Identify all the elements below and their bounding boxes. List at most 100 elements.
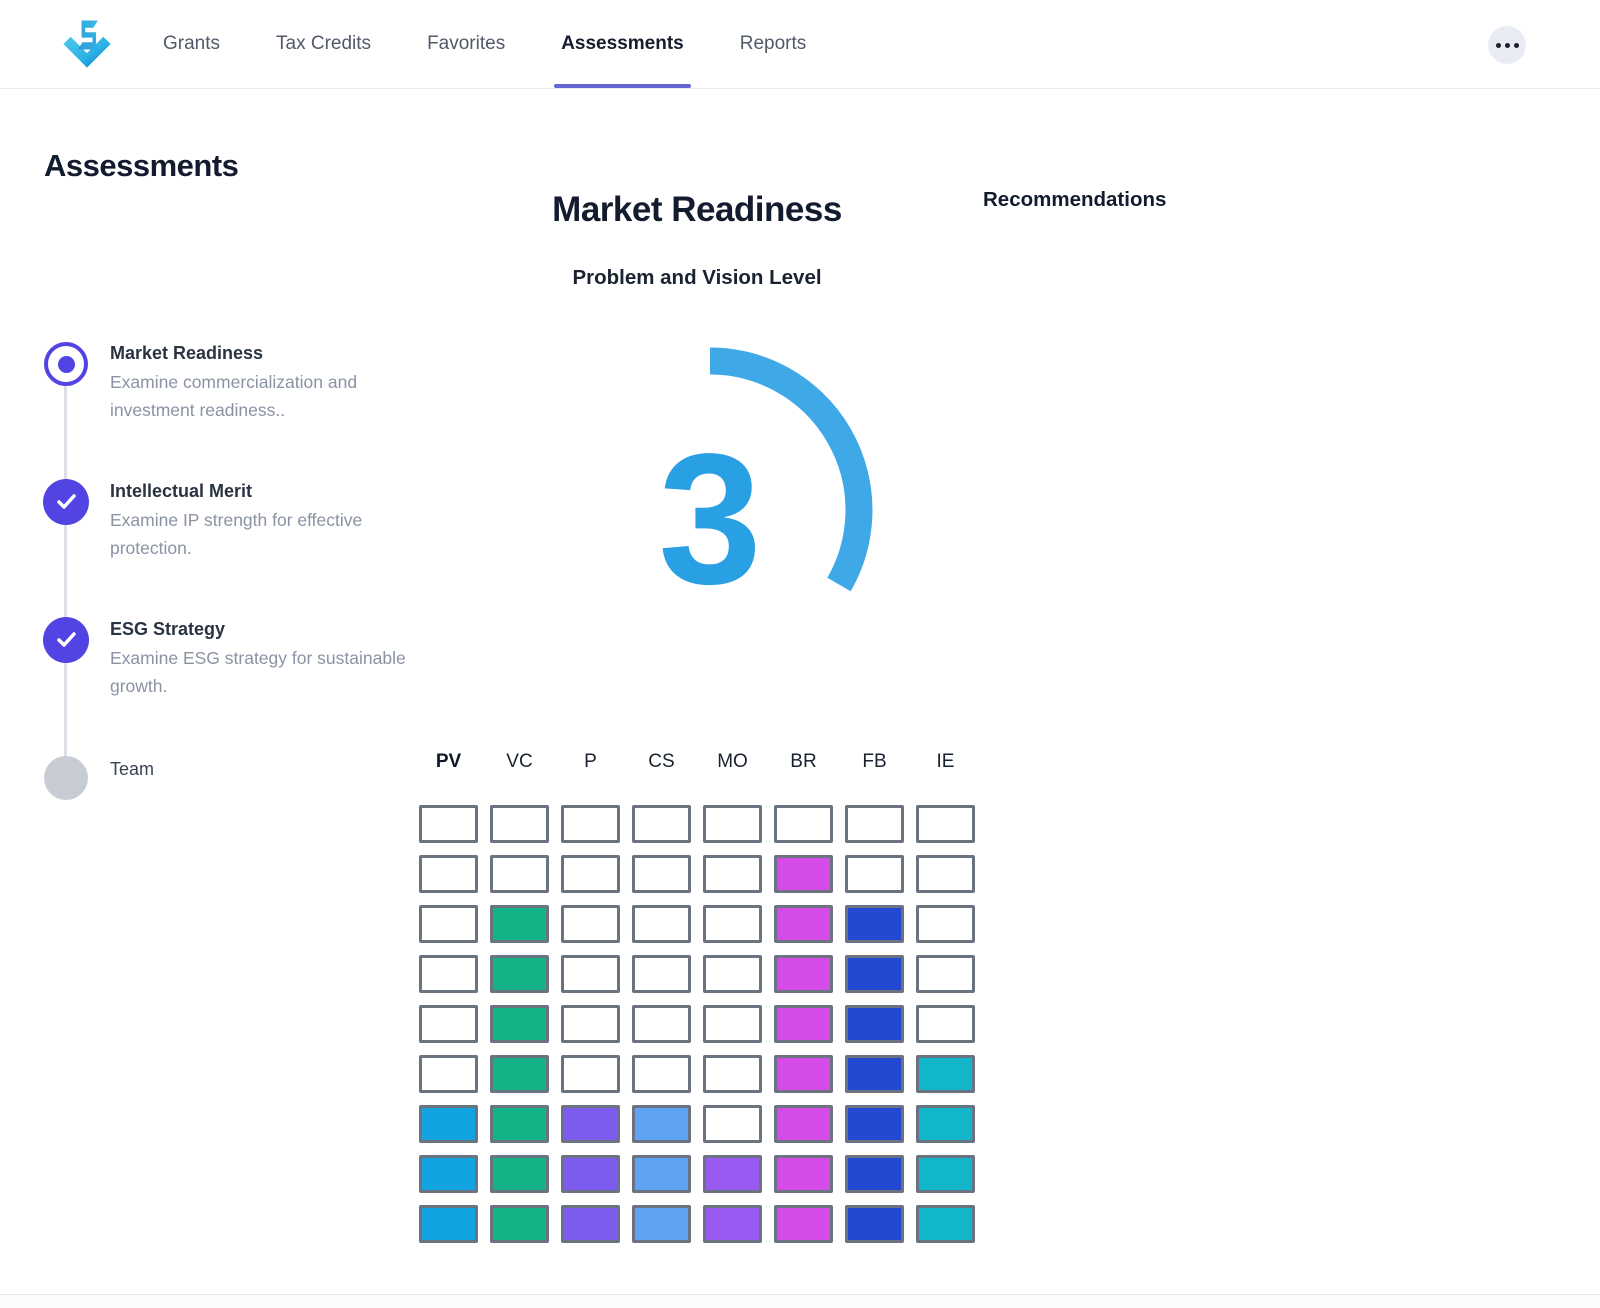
heatmap-cell-cs-r7 <box>632 1105 691 1143</box>
heatmap-cell-fb-r2 <box>845 855 904 893</box>
heatmap-cell-ie-r4 <box>916 955 975 993</box>
heatmap-cell-mo-r8 <box>703 1155 762 1193</box>
radio-active-icon <box>44 342 88 386</box>
heatmap-cell-p-r9 <box>561 1205 620 1243</box>
heatmap-cell-pv-r4 <box>419 955 478 993</box>
heatmap-col-header-mo: MO <box>703 748 762 776</box>
heatmap-cell-vc-r3 <box>490 905 549 943</box>
heatmap-cell-fb-r8 <box>845 1155 904 1193</box>
heatmap-cell-mo-r1 <box>703 805 762 843</box>
heatmap-cell-cs-r8 <box>632 1155 691 1193</box>
assessment-title: Market Readiness <box>397 190 997 230</box>
more-options-button[interactable] <box>1488 26 1526 64</box>
heatmap-cell-mo-r4 <box>703 955 762 993</box>
page-title: Assessments <box>44 148 238 184</box>
nav-item-favorites[interactable]: Favorites <box>427 0 505 88</box>
gauge-score-value: 3 <box>530 427 890 613</box>
heatmap-cell-br-r1 <box>774 805 833 843</box>
score-gauge: 3 <box>530 335 890 635</box>
step-description: Examine commercialization and investment… <box>110 368 410 424</box>
heatmap-column-headers: PVVCPCSMOBRFBIE <box>419 748 975 776</box>
heatmap-cell-cs-r3 <box>632 905 691 943</box>
heatmap-cell-fb-r7 <box>845 1105 904 1143</box>
heatmap-cell-ie-r8 <box>916 1155 975 1193</box>
heatmap-cell-pv-r1 <box>419 805 478 843</box>
heatmap-cell-mo-r2 <box>703 855 762 893</box>
nav-item-label: Assessments <box>561 33 684 55</box>
heatmap-col-header-cs: CS <box>632 748 691 776</box>
heatmap-cell-p-r7 <box>561 1105 620 1143</box>
heatmap-col-header-ie: IE <box>916 748 975 776</box>
heatmap-cell-p-r4 <box>561 955 620 993</box>
nav-item-tax-credits[interactable]: Tax Credits <box>276 0 371 88</box>
heatmap-cell-ie-r3 <box>916 905 975 943</box>
heatmap-cell-cs-r2 <box>632 855 691 893</box>
heatmap-cell-cs-r4 <box>632 955 691 993</box>
nav-item-grants[interactable]: Grants <box>163 0 220 88</box>
heatmap-cell-ie-r6 <box>916 1055 975 1093</box>
heatmap-cell-fb-r4 <box>845 955 904 993</box>
heatmap-cell-vc-r2 <box>490 855 549 893</box>
heatmap-cell-br-r4 <box>774 955 833 993</box>
heatmap-cell-pv-r3 <box>419 905 478 943</box>
heatmap-cell-fb-r1 <box>845 805 904 843</box>
nav-item-reports[interactable]: Reports <box>740 0 807 88</box>
heatmap-cell-p-r5 <box>561 1005 620 1043</box>
top-nav: Grants Tax Credits Favorites Assessments Rep… <box>0 0 1600 89</box>
heatmap-cell-ie-r1 <box>916 805 975 843</box>
heatmap-cell-br-r6 <box>774 1055 833 1093</box>
heatmap-cell-cs-r9 <box>632 1205 691 1243</box>
step-title: ESG Strategy <box>110 616 410 642</box>
assessment-subtitle: Problem and Vision Level <box>397 266 997 290</box>
heatmap-cell-mo-r3 <box>703 905 762 943</box>
heatmap-cell-ie-r7 <box>916 1105 975 1143</box>
heatmap-cell-vc-r9 <box>490 1205 549 1243</box>
check-circle-icon <box>43 479 89 525</box>
heatmap-cell-cs-r5 <box>632 1005 691 1043</box>
heatmap-cell-pv-r2 <box>419 855 478 893</box>
heatmap-col-header-pv: PV <box>419 748 478 776</box>
heatmap-cell-vc-r5 <box>490 1005 549 1043</box>
heatmap-col-header-vc: VC <box>490 748 549 776</box>
heatmap-cell-pv-r9 <box>419 1205 478 1243</box>
heatmap-cell-br-r2 <box>774 855 833 893</box>
heatmap-cell-p-r6 <box>561 1055 620 1093</box>
readiness-heatmap: PVVCPCSMOBRFBIE <box>419 748 975 1243</box>
heatmap-cell-fb-r9 <box>845 1205 904 1243</box>
nav-item-label: Tax Credits <box>276 33 371 55</box>
app-window: Grants Tax Credits Favorites Assessments Rep… <box>0 0 1600 1308</box>
nav-items: Grants Tax Credits Favorites Assessments Rep… <box>163 0 806 88</box>
nav-item-label: Reports <box>740 33 807 55</box>
heatmap-cell-vc-r8 <box>490 1155 549 1193</box>
heatmap-col-header-fb: FB <box>845 748 904 776</box>
heatmap-cell-pv-r6 <box>419 1055 478 1093</box>
heatmap-cell-p-r3 <box>561 905 620 943</box>
ellipsis-icon <box>1496 43 1501 48</box>
heatmap-col-header-p: P <box>561 748 620 776</box>
heatmap-cell-fb-r3 <box>845 905 904 943</box>
nav-item-assessments[interactable]: Assessments <box>561 0 684 88</box>
step-title: Team <box>110 756 410 782</box>
heatmap-cell-p-r1 <box>561 805 620 843</box>
stepper-connector-line <box>64 365 67 779</box>
heatmap-cell-p-r2 <box>561 855 620 893</box>
active-tab-underline <box>554 84 691 88</box>
heatmap-cell-vc-r6 <box>490 1055 549 1093</box>
heatmap-cell-vc-r1 <box>490 805 549 843</box>
pending-circle-icon <box>44 756 88 800</box>
footer-divider <box>0 1294 1600 1308</box>
ellipsis-icon <box>1514 43 1519 48</box>
nav-item-label: Grants <box>163 33 220 55</box>
check-circle-icon <box>43 617 89 663</box>
heatmap-cell-cs-r6 <box>632 1055 691 1093</box>
step-description: Examine IP strength for effective protec… <box>110 506 410 562</box>
heatmap-cell-br-r5 <box>774 1005 833 1043</box>
heatmap-cell-mo-r7 <box>703 1105 762 1143</box>
heatmap-cell-pv-r8 <box>419 1155 478 1193</box>
heatmap-cell-vc-r4 <box>490 955 549 993</box>
heatmap-cell-ie-r9 <box>916 1205 975 1243</box>
heatmap-cell-pv-r5 <box>419 1005 478 1043</box>
heatmap-cell-mo-r9 <box>703 1205 762 1243</box>
heatmap-cell-p-r8 <box>561 1155 620 1193</box>
step-description: Examine ESG strategy for sustainable gro… <box>110 644 410 700</box>
